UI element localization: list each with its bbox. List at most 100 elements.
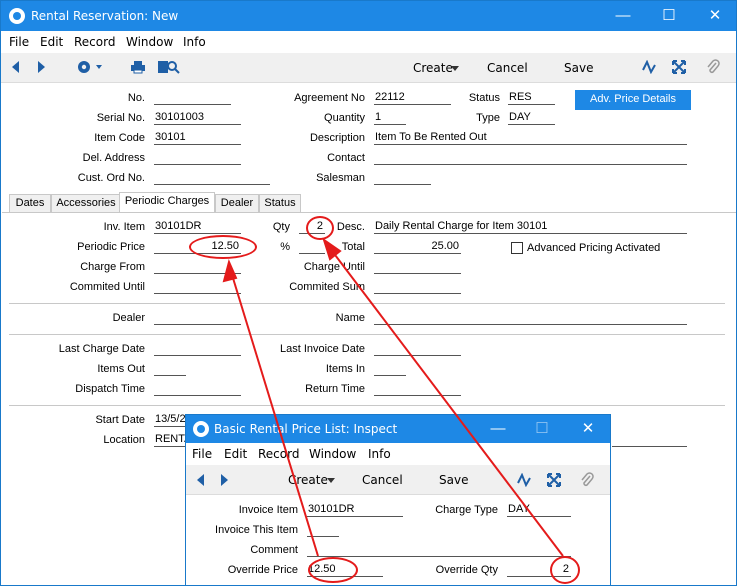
maximize-icon[interactable]: ☐: [520, 415, 564, 443]
desc-field[interactable]: Daily Rental Charge for Item 30101: [374, 220, 687, 234]
salesman-label: Salesman: [316, 172, 365, 184]
charge-until-field[interactable]: [374, 260, 461, 274]
charge-from-field[interactable]: [154, 260, 241, 274]
no-field[interactable]: [154, 91, 231, 105]
menu-info[interactable]: Info: [368, 447, 391, 461]
desc-label: Desc.: [336, 221, 365, 233]
comment-field[interactable]: [307, 543, 571, 557]
dispatch-time-label: Dispatch Time: [75, 383, 145, 395]
dispatch-time-field[interactable]: [154, 382, 241, 396]
create-button[interactable]: Create: [413, 61, 453, 75]
cancel-button[interactable]: Cancel: [362, 473, 403, 487]
minimize-icon[interactable]: —: [600, 1, 646, 31]
menu-info[interactable]: Info: [183, 35, 206, 49]
item-code-field[interactable]: 30101: [154, 131, 241, 145]
tab-accessories[interactable]: Accessories: [51, 194, 121, 212]
charge-until-label: Charge Until: [303, 261, 365, 273]
close-icon[interactable]: ✕: [566, 415, 610, 443]
divider: [9, 405, 725, 406]
items-out-field[interactable]: [154, 362, 186, 376]
previous-record-icon[interactable]: [195, 473, 205, 487]
del-address-label: Del. Address: [82, 152, 145, 164]
previous-record-icon[interactable]: [10, 60, 20, 74]
toolbar: Create Cancel Save: [1, 53, 736, 83]
inv-item-field[interactable]: 30101DR: [154, 220, 241, 234]
adv-price-details-button[interactable]: Adv. Price Details: [575, 90, 691, 110]
dealer-field[interactable]: [154, 311, 241, 325]
inv-item-label: Inv. Item: [103, 221, 145, 233]
items-in-field[interactable]: [374, 362, 406, 376]
description-field[interactable]: Item To Be Rented Out: [374, 131, 687, 145]
menu-edit[interactable]: Edit: [40, 35, 63, 49]
tab-status[interactable]: Status: [259, 194, 301, 212]
commited-until-field[interactable]: [154, 280, 241, 294]
quantity-field[interactable]: 1: [374, 111, 406, 125]
start-date-field[interactable]: 13/5/2: [154, 413, 186, 427]
type-field[interactable]: DAY: [508, 111, 555, 125]
close-icon[interactable]: ✕: [692, 1, 737, 31]
cancel-button[interactable]: Cancel: [487, 61, 528, 75]
status-field[interactable]: RES: [508, 91, 555, 105]
agreement-no-field[interactable]: 22112: [374, 91, 451, 105]
paperclip-icon[interactable]: [580, 472, 594, 488]
return-time-field[interactable]: [374, 382, 461, 396]
last-charge-date-field[interactable]: [154, 342, 241, 356]
charge-type-field[interactable]: DAY: [507, 503, 571, 517]
dealer-label: Dealer: [112, 312, 145, 324]
paperclip-icon[interactable]: [706, 59, 720, 75]
gear-icon[interactable]: [76, 59, 104, 75]
menu-file[interactable]: File: [192, 447, 212, 461]
comment-label: Comment: [250, 544, 298, 556]
total-field[interactable]: 25.00: [374, 240, 461, 254]
next-record-icon[interactable]: [220, 473, 230, 487]
name-field[interactable]: [374, 311, 687, 325]
chevron-down-icon[interactable]: [451, 66, 459, 72]
menu-edit[interactable]: Edit: [224, 447, 247, 461]
location-field-tail[interactable]: [612, 433, 687, 447]
quantity-label: Quantity: [324, 112, 365, 124]
agreement-no-label: Agreement No: [294, 92, 365, 104]
menu-window[interactable]: Window: [309, 447, 356, 461]
serial-no-field[interactable]: 30101003: [154, 111, 241, 125]
title-bar: Basic Rental Price List: Inspect — ☐ ✕: [186, 415, 610, 443]
pulse-icon[interactable]: [642, 60, 656, 74]
invoice-item-field[interactable]: 30101DR: [307, 503, 403, 517]
save-button[interactable]: Save: [439, 473, 468, 487]
maximize-icon[interactable]: ☐: [646, 1, 692, 31]
cust-ord-no-field[interactable]: [154, 171, 270, 185]
annotation-ellipse: [306, 216, 334, 240]
save-button[interactable]: Save: [564, 61, 593, 75]
print-icon[interactable]: [130, 60, 146, 74]
no-label: No.: [127, 92, 145, 104]
salesman-field[interactable]: [374, 171, 431, 185]
tab-dates[interactable]: Dates: [9, 194, 51, 212]
tab-periodic-charges[interactable]: Periodic Charges: [119, 192, 215, 213]
commited-sum-field[interactable]: [374, 280, 461, 294]
override-price-label: Override Price: [227, 564, 298, 576]
advanced-pricing-checkbox[interactable]: [511, 242, 523, 254]
tab-dealer[interactable]: Dealer: [215, 194, 259, 212]
annotation-ellipse: [550, 556, 580, 584]
menu-file[interactable]: File: [9, 35, 29, 49]
next-record-icon[interactable]: [37, 60, 47, 74]
contact-field[interactable]: [374, 151, 687, 165]
del-address-field[interactable]: [154, 151, 241, 165]
chevron-down-icon[interactable]: [327, 478, 335, 484]
start-date-label: Start Date: [95, 414, 145, 426]
menu-record[interactable]: Record: [74, 35, 115, 49]
menu-window[interactable]: Window: [126, 35, 173, 49]
minimize-icon[interactable]: —: [476, 415, 520, 443]
app-logo-icon: [9, 8, 25, 24]
pulse-icon[interactable]: [517, 473, 531, 487]
percent-label: %: [280, 241, 290, 253]
last-invoice-date-field[interactable]: [374, 342, 461, 356]
create-button[interactable]: Create: [288, 473, 328, 487]
expand-icon[interactable]: [547, 473, 561, 487]
menu-record[interactable]: Record: [258, 447, 299, 461]
print-preview-icon[interactable]: [157, 59, 181, 75]
override-qty-label: Override Qty: [435, 564, 498, 576]
expand-icon[interactable]: [672, 60, 686, 74]
location-field[interactable]: RENTA: [154, 433, 186, 447]
divider: [9, 334, 725, 335]
invoice-this-item-field[interactable]: [307, 523, 339, 537]
